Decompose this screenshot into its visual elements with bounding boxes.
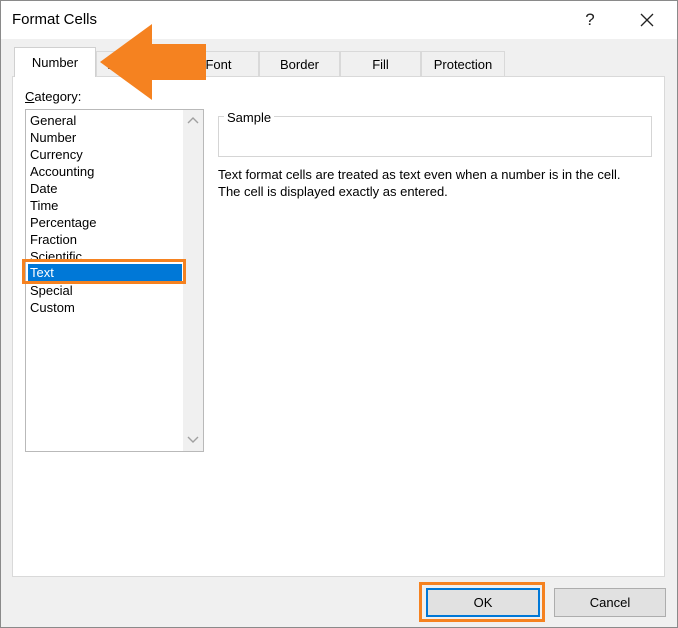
- category-label: Category:: [25, 89, 81, 104]
- tab-number[interactable]: Number: [14, 47, 96, 77]
- scroll-down-icon[interactable]: [187, 434, 199, 444]
- category-item-general[interactable]: General: [30, 112, 76, 129]
- dialog-title: Format Cells: [12, 11, 98, 28]
- sample-box: [218, 116, 652, 157]
- tab-fill[interactable]: Fill: [340, 51, 421, 76]
- description-line-2: The cell is displayed exactly as entered…: [218, 184, 448, 199]
- tab-alignment[interactable]: Alignment: [96, 51, 178, 76]
- category-item-time[interactable]: Time: [30, 197, 58, 214]
- sample-legend: Sample: [224, 110, 275, 125]
- category-item-special[interactable]: Special: [30, 282, 73, 299]
- tab-protection[interactable]: Protection: [421, 51, 505, 76]
- category-item-text[interactable]: Text: [28, 264, 182, 281]
- tab-font[interactable]: Font: [178, 51, 259, 76]
- category-item-currency[interactable]: Currency: [30, 146, 83, 163]
- close-icon: [640, 13, 654, 27]
- category-item-fraction[interactable]: Fraction: [30, 231, 77, 248]
- category-item-number[interactable]: Number: [30, 129, 76, 146]
- ok-button[interactable]: OK: [426, 588, 540, 617]
- category-listbox[interactable]: General Number Currency Accounting Date …: [25, 109, 204, 452]
- category-item-custom[interactable]: Custom: [30, 299, 75, 316]
- category-item-accounting[interactable]: Accounting: [30, 163, 94, 180]
- cancel-button[interactable]: Cancel: [554, 588, 666, 617]
- scroll-up-icon[interactable]: [187, 116, 199, 126]
- category-item-percentage[interactable]: Percentage: [30, 214, 97, 231]
- close-button[interactable]: [633, 7, 661, 33]
- category-label-accel: C: [25, 89, 35, 104]
- category-item-scientific[interactable]: Scientific: [30, 248, 82, 265]
- category-item-date[interactable]: Date: [30, 180, 57, 197]
- format-description: Text format cells are treated as text ev…: [218, 166, 658, 200]
- tab-border[interactable]: Border: [259, 51, 340, 76]
- category-label-rest: ategory:: [34, 89, 82, 104]
- title-bar: Format Cells ?: [1, 1, 677, 39]
- help-button[interactable]: ?: [577, 7, 603, 33]
- description-line-1: Text format cells are treated as text ev…: [218, 167, 621, 182]
- category-scrollbar[interactable]: [183, 110, 203, 451]
